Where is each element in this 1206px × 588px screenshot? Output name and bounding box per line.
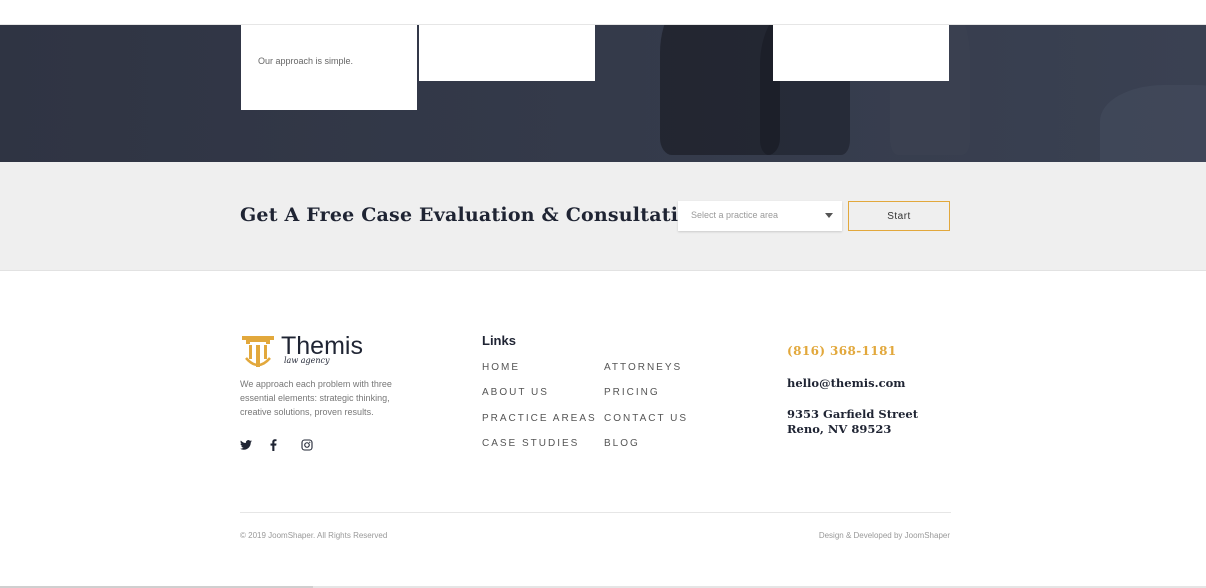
- themis-logo[interactable]: Themis law agency: [240, 332, 363, 370]
- practice-area-select[interactable]: Select a practice area: [678, 201, 842, 231]
- footer-link-contact-us[interactable]: CONTACT US: [604, 413, 688, 424]
- footer-link-practice-areas[interactable]: PRACTICE AREAS: [482, 413, 597, 424]
- start-button[interactable]: Start: [848, 201, 950, 231]
- facebook-icon[interactable]: [266, 438, 280, 452]
- feature-card: [773, 25, 949, 81]
- contact-phone[interactable]: (816) 368-1181: [787, 344, 897, 358]
- footer-link-blog[interactable]: BLOG: [604, 438, 640, 449]
- logo-tagline: law agency: [284, 356, 330, 365]
- address-line-1: 9353 Garfield Street: [787, 407, 919, 421]
- hero-background-shape: [1100, 85, 1206, 162]
- footer-link-case-studies[interactable]: CASE STUDIES: [482, 438, 579, 449]
- feature-card: [419, 25, 595, 81]
- practice-area-placeholder: Select a practice area: [691, 210, 779, 220]
- contact-email[interactable]: hello@themis.com: [787, 376, 905, 390]
- consultation-title: Get A Free Case Evaluation & Consultatio…: [240, 204, 705, 226]
- footer-divider: [240, 512, 951, 513]
- feature-card: Our approach is simple.: [241, 25, 417, 110]
- pillar-logo-icon: [242, 336, 274, 367]
- contact-address: 9353 Garfield Street Reno, NV 89523: [787, 407, 918, 437]
- hero-section: Our approach is simple.: [0, 25, 1206, 162]
- footer-link-attorneys[interactable]: ATTORNEYS: [604, 362, 682, 373]
- footer-link-home[interactable]: HOME: [482, 362, 520, 373]
- instagram-icon[interactable]: [300, 438, 314, 452]
- footer-link-pricing[interactable]: PRICING: [604, 387, 660, 398]
- consultation-band: Get A Free Case Evaluation & Consultatio…: [0, 162, 1206, 271]
- chevron-down-icon: [825, 213, 833, 218]
- feature-card-text: Our approach is simple.: [258, 56, 354, 66]
- top-bar: [0, 0, 1206, 25]
- twitter-icon[interactable]: [239, 438, 253, 452]
- about-text: We approach each problem with three esse…: [240, 379, 392, 417]
- credit-text[interactable]: Design & Developed by JoomShaper: [819, 531, 950, 540]
- copyright-text: © 2019 JoomShaper. All Rights Reserved: [240, 531, 388, 540]
- footer-link-about-us[interactable]: ABOUT US: [482, 387, 549, 398]
- address-line-2: Reno, NV 89523: [787, 422, 892, 436]
- links-heading: Links: [482, 333, 516, 348]
